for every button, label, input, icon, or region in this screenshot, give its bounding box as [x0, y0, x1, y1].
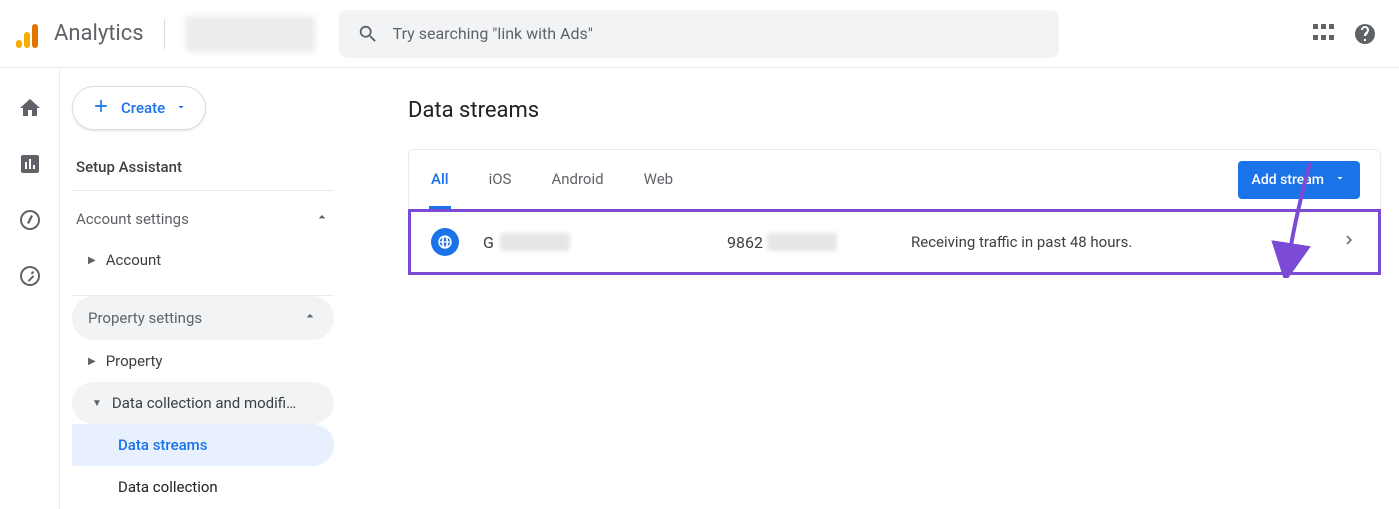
add-stream-label: Add stream — [1252, 172, 1324, 188]
left-rail — [0, 68, 60, 509]
stream-id-col: 9862 — [727, 233, 887, 252]
data-streams-card: All iOS Android Web Add stream G — [408, 149, 1381, 275]
chevron-down-icon — [1334, 172, 1346, 188]
tab-web[interactable]: Web — [642, 152, 675, 209]
plus-icon — [91, 96, 111, 120]
stream-name-blurred — [500, 233, 570, 251]
analytics-logo[interactable]: Analytics — [16, 20, 144, 48]
main-content: Data streams All iOS Android Web Add str… — [360, 68, 1399, 509]
explore-icon[interactable] — [18, 208, 42, 232]
search-icon — [357, 23, 379, 45]
help-icon[interactable] — [1353, 22, 1377, 46]
search-placeholder: Try searching "link with Ads" — [393, 24, 593, 43]
tabs-row: All iOS Android Web Add stream — [409, 150, 1380, 210]
chevron-up-icon — [302, 308, 318, 328]
stream-status: Receiving traffic in past 48 hours. — [911, 233, 1316, 251]
sidebar-property-settings[interactable]: Property settings — [72, 296, 334, 340]
highlighted-stream-row: G 9862 Receiving traffic in past 48 hour… — [408, 209, 1381, 275]
account-selector-blurred[interactable] — [185, 16, 315, 52]
sidebar-data-streams[interactable]: Data streams — [72, 424, 334, 466]
account-settings-label: Account settings — [76, 210, 189, 228]
sidebar-account[interactable]: ▶ Account — [72, 239, 334, 281]
add-stream-button[interactable]: Add stream — [1238, 161, 1360, 199]
web-stream-icon — [431, 228, 459, 256]
advertising-icon[interactable] — [18, 264, 42, 288]
create-label: Create — [121, 99, 165, 117]
create-button[interactable]: Create — [72, 86, 206, 130]
sidebar-data-collection-modification[interactable]: ▼ Data collection and modifica... — [72, 382, 334, 424]
product-name: Analytics — [54, 21, 144, 46]
chevron-up-icon — [314, 209, 330, 229]
search-bar[interactable]: Try searching "link with Ads" — [339, 10, 1059, 58]
apps-icon[interactable] — [1313, 24, 1333, 44]
vertical-divider — [164, 19, 165, 49]
data-coll-mod-label: Data collection and modifica... — [112, 394, 302, 412]
stream-row[interactable]: G 9862 Receiving traffic in past 48 hour… — [411, 212, 1378, 272]
chevron-right-icon — [1340, 231, 1358, 253]
sidebar-setup-assistant[interactable]: Setup Assistant — [72, 158, 334, 176]
caret-down-icon: ▼ — [92, 398, 102, 409]
stream-name-first-letter: G — [483, 233, 494, 252]
stream-name-col: G — [483, 233, 703, 252]
sidebar-account-settings[interactable]: Account settings — [72, 191, 334, 239]
property-label: Property — [106, 352, 163, 370]
bar-chart-icon[interactable] — [18, 152, 42, 176]
caret-right-icon: ▶ — [88, 356, 96, 367]
chevron-down-icon — [175, 99, 187, 117]
tab-ios[interactable]: iOS — [487, 152, 514, 209]
account-label: Account — [106, 251, 162, 269]
caret-right-icon: ▶ — [88, 255, 96, 266]
analytics-logo-icon — [16, 20, 42, 48]
stream-id-prefix: 9862 — [727, 233, 763, 252]
home-icon[interactable] — [18, 96, 42, 120]
sidebar-property[interactable]: ▶ Property — [72, 340, 334, 382]
stream-id-blurred — [767, 233, 837, 251]
tab-android[interactable]: Android — [549, 152, 605, 209]
admin-sidebar: Create Setup Assistant Account settings … — [60, 68, 360, 509]
sidebar-data-collection[interactable]: Data collection — [72, 466, 334, 508]
page-title: Data streams — [408, 98, 1381, 123]
property-settings-label: Property settings — [88, 309, 202, 327]
tab-all[interactable]: All — [429, 152, 451, 209]
